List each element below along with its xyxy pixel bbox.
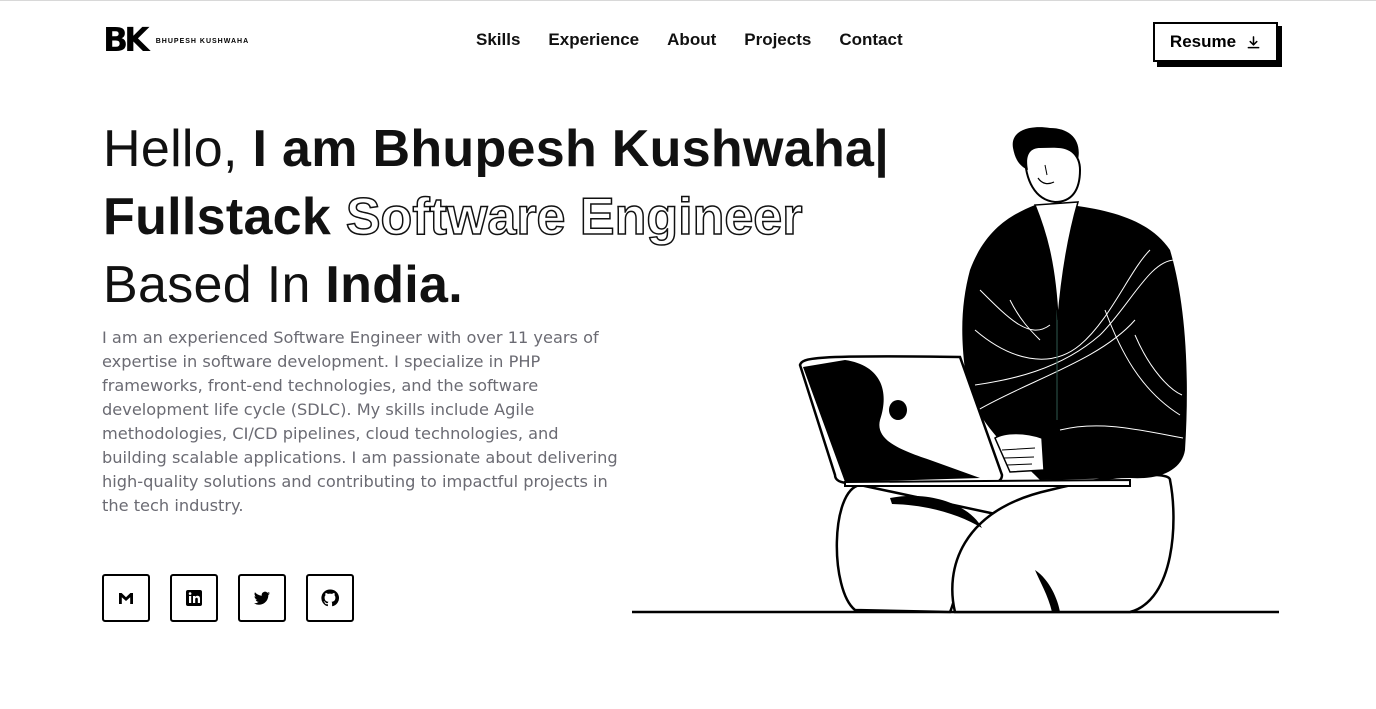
social-links — [102, 574, 354, 622]
gmail-icon — [119, 593, 133, 604]
twitter-icon — [254, 591, 270, 605]
download-icon — [1247, 35, 1260, 48]
nav-contact[interactable]: Contact — [839, 30, 902, 50]
site-logo[interactable]: BK BHUPESH KUSHWAHA — [103, 22, 249, 58]
nav-projects[interactable]: Projects — [744, 30, 811, 50]
logo-mark-k: K — [124, 20, 150, 59]
role-prefix-text: Fullstack — [103, 188, 346, 246]
resume-button[interactable]: Resume — [1153, 22, 1278, 62]
greeting-text: Hello, — [103, 120, 253, 178]
gmail-button[interactable] — [102, 574, 150, 622]
github-button[interactable] — [306, 574, 354, 622]
nav-skills[interactable]: Skills — [476, 30, 520, 50]
location-prefix-text: Based In — [103, 256, 326, 314]
top-border — [0, 0, 1376, 1]
github-icon — [321, 589, 340, 607]
twitter-button[interactable] — [238, 574, 286, 622]
linkedin-button[interactable] — [170, 574, 218, 622]
logo-name: BHUPESH KUSHWAHA — [155, 37, 250, 45]
developer-illustration — [632, 127, 1279, 614]
resume-label: Resume — [1169, 32, 1237, 51]
resume-button-wrap: Resume — [1153, 22, 1282, 67]
linkedin-icon — [186, 590, 202, 606]
location-text: India. — [325, 256, 463, 314]
nav-experience[interactable]: Experience — [548, 30, 639, 50]
main-nav: Skills Experience About Projects Contact — [476, 30, 903, 50]
logo-mark: BK — [103, 20, 150, 59]
nav-about[interactable]: About — [667, 30, 716, 50]
logo-mark-b: B — [103, 20, 128, 59]
hero-description: I am an experienced Software Engineer wi… — [102, 328, 618, 515]
